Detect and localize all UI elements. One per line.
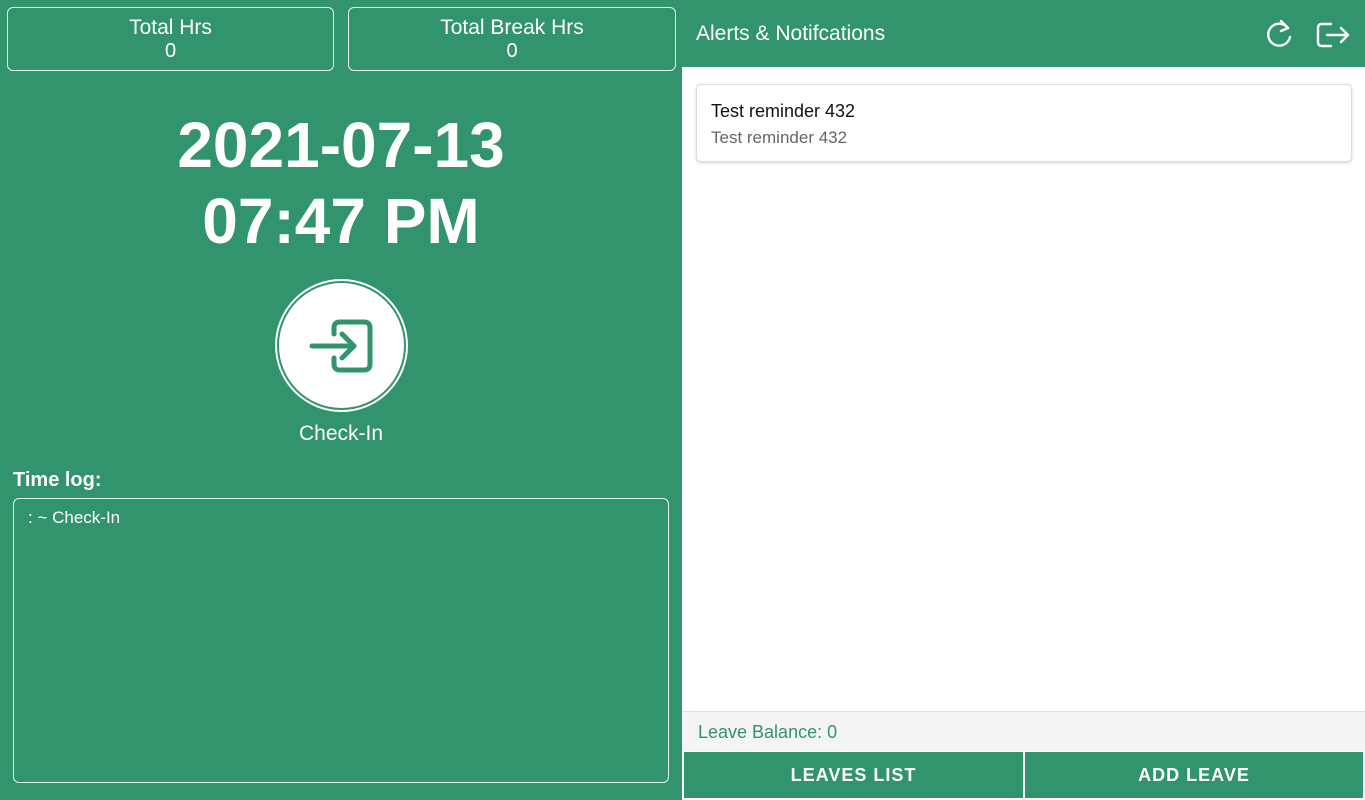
notification-card[interactable]: Test reminder 432 Test reminder 432 [696,84,1352,162]
alerts-title: Alerts & Notifcations [696,22,886,45]
add-leave-button[interactable]: ADD LEAVE [1025,752,1363,798]
total-hours-label: Total Hrs [129,16,212,39]
time-log-box[interactable]: : ~ Check-In [13,498,669,783]
total-hours-value: 0 [164,40,177,62]
total-break-hours-label: Total Break Hrs [440,16,584,39]
total-break-hours-box: Total Break Hrs 0 [348,7,676,71]
alerts-panel: Alerts & Notifcations Test reminder 432 … [682,0,1365,800]
attendance-panel: Total Hrs 0 Total Break Hrs 0 2021-07-13… [0,0,682,800]
refresh-icon [1267,19,1292,47]
check-in-label: Check-In [298,422,384,445]
current-time: 07:47 PM [202,185,480,257]
alerts-header: Alerts & Notifcations [682,0,1365,67]
time-log-title: Time log: [13,469,102,491]
leave-balance: Leave Balance: 0 [682,711,1365,751]
check-in-button[interactable] [275,279,408,412]
refresh-button[interactable] [1262,18,1296,52]
notification-title: Test reminder 432 [711,101,856,121]
logout-icon [1316,22,1350,48]
check-in-button-face[interactable] [279,283,404,408]
total-hours-box: Total Hrs 0 [7,7,334,71]
leaves-list-button[interactable]: LEAVES LIST [684,752,1023,798]
total-break-hours-value: 0 [506,40,518,62]
login-icon [309,319,372,372]
time-log-entry: : ~ Check-In [28,508,121,527]
logout-button[interactable] [1315,18,1350,52]
app-root: Total Hrs 0 Total Break Hrs 0 2021-07-13… [0,0,1365,800]
current-date: 2021-07-13 [177,109,505,181]
notification-body: Test reminder 432 [711,128,848,147]
